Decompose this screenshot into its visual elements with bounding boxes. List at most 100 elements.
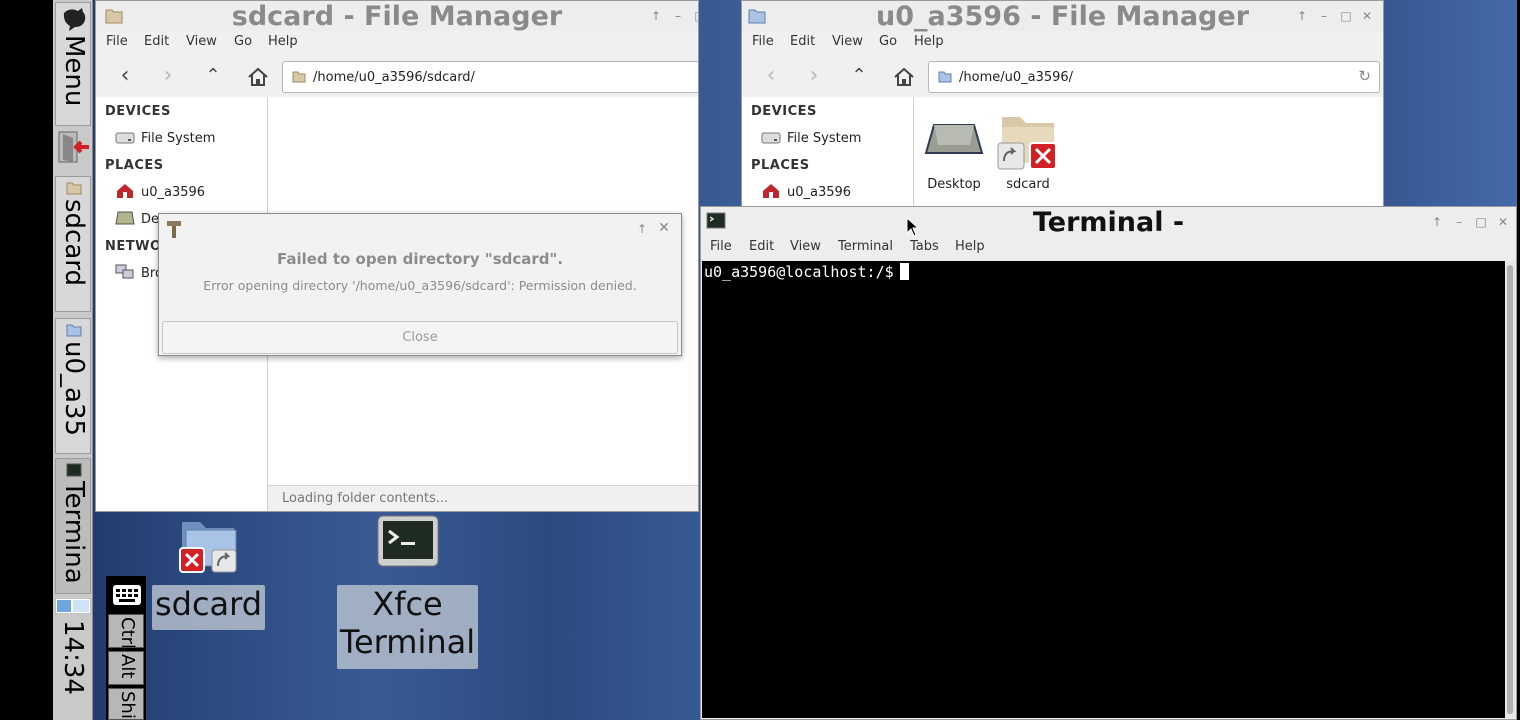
back-button[interactable]: ‹ [758,64,784,90]
up-button[interactable]: ⌃ [846,64,872,90]
home-icon [894,67,914,86]
status-text: Loading folder contents... [282,491,449,506]
shift-key[interactable]: Shift [108,688,144,720]
menu-help[interactable]: Help [914,34,944,49]
sdcard-folder-icon[interactable] [996,113,1060,173]
menu-go[interactable]: Go [879,34,897,49]
terminal-icon [66,463,82,477]
menu-bar: File Edit View Terminal Tabs Help [701,237,1516,259]
menu-help[interactable]: Help [955,239,985,254]
file-manager-window-home[interactable]: u0_a3596 - File Manager ↑ – □ ✕ File Edi… [741,0,1384,208]
menu-view[interactable]: View [790,239,821,254]
reload-icon[interactable]: ↻ [1358,67,1371,85]
close-button[interactable]: ✕ [657,221,671,235]
menu-edit[interactable]: Edit [790,34,815,49]
home-folder-icon [938,71,952,83]
ctrl-key[interactable]: Ctrl [108,614,144,648]
menu-go[interactable]: Go [234,34,252,49]
menu-file[interactable]: File [752,34,774,49]
window-titlebar[interactable]: sdcard - File Manager ↑ – □ ✕ [96,1,698,32]
taskbar-button-home[interactable]: u0_a35 [55,318,91,454]
maximize-button[interactable]: □ [1339,9,1353,23]
home-icon [248,67,268,86]
home-folder-icon [66,324,82,337]
menu-view[interactable]: View [832,34,863,49]
menu-edit[interactable]: Edit [749,239,774,254]
menu-file[interactable]: File [710,239,732,254]
shade-button[interactable]: ↑ [649,9,663,23]
location-toolbar: ‹ › ⌃ /home/u0_a3596/sdcard/ ↻ [96,55,698,97]
taskbar-button-sdcard[interactable]: sdcard [55,176,91,312]
sidebar-item-home[interactable]: u0_a3596 [141,185,205,200]
menu-view[interactable]: View [186,34,217,49]
desktop-folder-icon[interactable] [924,121,984,161]
drive-icon [761,132,781,144]
dialog-close-button[interactable]: Close [162,321,678,354]
forward-button[interactable]: › [155,64,181,90]
applications-menu-button[interactable]: Menu [55,2,91,126]
dialog-message: Error opening directory '/home/u0_a3596/… [203,278,637,293]
clock[interactable]: 14:34 [55,620,91,716]
home-folder-icon [763,184,779,198]
logout-icon[interactable] [57,130,91,164]
close-button[interactable]: ✕ [1360,9,1374,23]
home-button[interactable] [245,64,271,90]
minimize-button[interactable]: – [1317,9,1331,23]
menu-terminal[interactable]: Terminal [838,239,893,254]
dialog-title: Failed to open directory "sdcard". [276,250,564,268]
terminal-window[interactable]: Terminal - ↑ – □ ✕ File Edit View Termin… [700,206,1517,720]
location-bar[interactable]: /home/u0_a3596/sdcard/ ↻ [282,61,698,93]
taskbar-label: sdcard [59,199,89,287]
menu-file[interactable]: File [106,34,128,49]
terminal-prompt-line: u0_a3596@localhost:/$ [704,263,909,281]
sidebar-item-home[interactable]: u0_a3596 [787,185,851,200]
file-item-label[interactable]: Desktop [926,177,982,192]
drive-icon [115,132,135,144]
shade-button[interactable]: ↑ [635,222,649,236]
keyboard-key[interactable] [108,580,144,610]
menu-edit[interactable]: Edit [144,34,169,49]
taskbar-button-terminal[interactable]: Termina [55,458,91,594]
location-path: /home/u0_a3596/sdcard/ [313,70,475,85]
minimize-button[interactable]: – [671,9,685,23]
menu-label: Menu [59,35,89,107]
forward-button[interactable]: › [801,64,827,90]
error-dialog[interactable]: ↑ ✕ Failed to open directory "sdcard". E… [158,213,682,356]
key-label: Ctrl [117,617,138,648]
up-button[interactable]: ⌃ [200,64,226,90]
minimize-button[interactable]: – [1452,215,1466,229]
terminal-scrollbar[interactable] [1505,261,1515,718]
scrollbar-thumb[interactable] [1507,265,1513,714]
home-folder-icon [117,184,133,198]
label-line: Xfce [372,585,443,623]
window-titlebar[interactable]: Terminal - ↑ – □ ✕ [701,207,1516,238]
folder-icon [179,522,237,573]
close-button[interactable]: ✕ [1496,215,1510,229]
maximize-button[interactable]: □ [693,9,698,23]
devices-heading: DEVICES [751,104,817,119]
desktop-icon-label: sdcard [152,585,265,630]
side-pane: DEVICES File System PLACES u0_a3596 [742,97,914,207]
extra-keys-bar: Ctrl Alt Shift [106,576,146,720]
location-bar[interactable]: /home/u0_a3596/ ↻ [928,61,1380,93]
window-titlebar[interactable]: u0_a3596 - File Manager ↑ – □ ✕ [742,1,1383,32]
alt-key[interactable]: Alt [108,651,144,685]
text-cursor [899,263,909,280]
sidebar-item-file-system[interactable]: File System [787,131,861,146]
menu-tabs[interactable]: Tabs [910,239,939,254]
shade-button[interactable]: ↑ [1430,215,1444,229]
home-button[interactable] [891,64,917,90]
menu-help[interactable]: Help [268,34,298,49]
workspace-switcher-icon[interactable] [55,598,91,614]
places-heading: PLACES [751,158,810,173]
file-item-label[interactable]: sdcard [1000,177,1056,192]
key-label: Alt [117,654,138,679]
terminal-output[interactable]: u0_a3596@localhost:/$ [702,261,1505,718]
file-view[interactable]: Desktop sdcard [914,97,1383,207]
sidebar-item-file-system[interactable]: File System [141,131,215,146]
label-line: Terminal [339,623,476,661]
maximize-button[interactable]: □ [1474,215,1488,229]
desktop-icon [115,211,135,225]
back-button[interactable]: ‹ [112,64,138,90]
shade-button[interactable]: ↑ [1295,9,1309,23]
